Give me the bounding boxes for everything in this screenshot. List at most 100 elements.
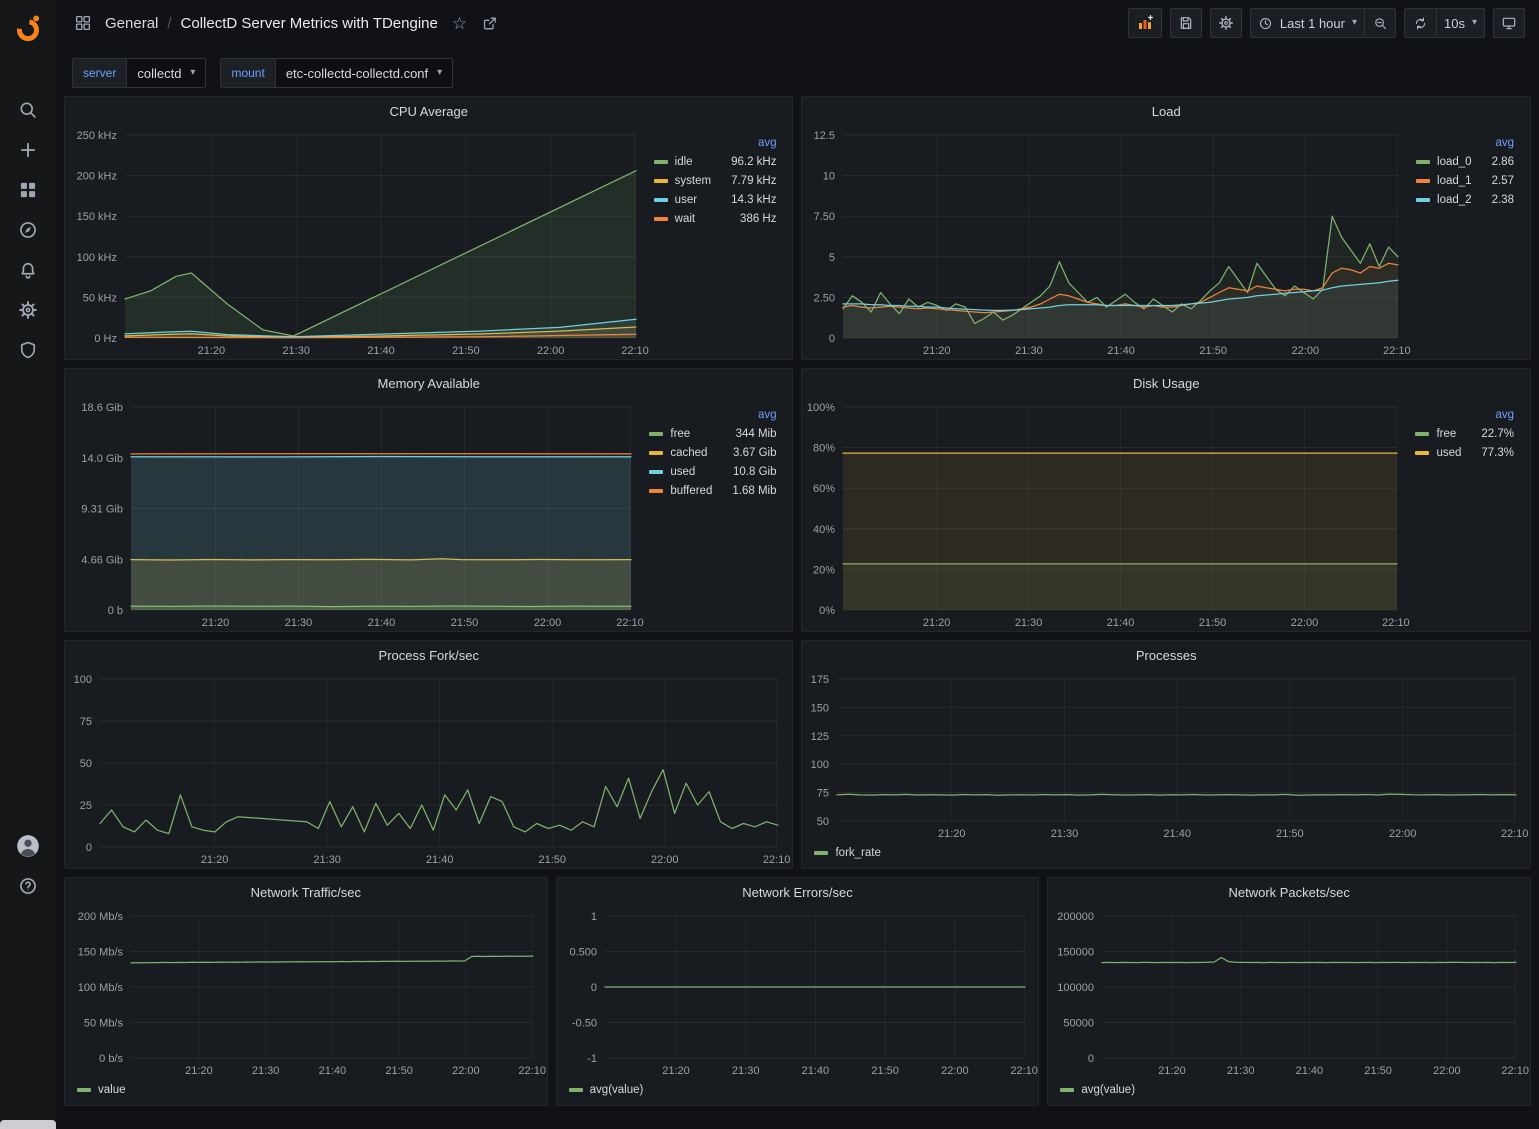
explore-compass-icon[interactable] [8, 210, 48, 250]
svg-text:200 kHz: 200 kHz [77, 171, 117, 183]
legend-item-user[interactable]: user [654, 194, 711, 206]
svg-text:125: 125 [811, 731, 829, 743]
svg-text:22:00: 22:00 [452, 1065, 480, 1077]
svg-text:200 Mb/s: 200 Mb/s [78, 911, 124, 923]
legend-item-load_0[interactable]: load_0 [1416, 156, 1472, 168]
panel-title[interactable]: Network Traffic/sec [65, 878, 547, 906]
create-plus-icon[interactable] [8, 130, 48, 170]
svg-text:80%: 80% [813, 443, 835, 455]
alerting-bell-icon[interactable] [8, 250, 48, 290]
grafana-logo[interactable] [8, 8, 48, 48]
refresh-interval-picker[interactable]: 10s ▾ [1436, 8, 1485, 38]
server-admin-shield-icon[interactable] [8, 330, 48, 370]
legend-value: 2.38 [1492, 194, 1514, 206]
load-chart[interactable]: 02.5057.501012.521:2021:3021:4021:5022:0… [802, 125, 1412, 359]
legend-item-wait[interactable]: wait [654, 213, 711, 225]
add-panel-button[interactable] [1128, 8, 1162, 38]
legend-item-fork_rate[interactable]: fork_rate [814, 847, 880, 859]
legend-swatch [1415, 451, 1429, 455]
legend-item-used[interactable]: used [1415, 447, 1461, 459]
chart-legend: avg(value) [1048, 1079, 1530, 1105]
panel-title[interactable]: Disk Usage [802, 369, 1530, 397]
dashboards-icon[interactable] [8, 170, 48, 210]
help-icon[interactable] [8, 866, 48, 906]
star-icon[interactable]: ☆ [452, 15, 467, 32]
time-range-picker[interactable]: Last 1 hour ▾ [1250, 8, 1364, 38]
legend-item-avg(value)[interactable]: avg(value) [1060, 1084, 1135, 1096]
svg-text:22:00: 22:00 [1291, 617, 1319, 629]
legend-item-system[interactable]: system [654, 175, 711, 187]
svg-text:150 kHz: 150 kHz [77, 211, 117, 223]
panel-title[interactable]: Memory Available [65, 369, 792, 397]
top-navbar: General / CollectD Server Metrics with T… [56, 0, 1539, 46]
disk-usage-chart[interactable]: 0%20%40%60%80%100%21:2021:3021:4021:5022… [802, 397, 1411, 631]
legend-item-used[interactable]: used [649, 466, 712, 478]
legend-swatch [654, 160, 668, 164]
panel-network-traffic: Network Traffic/sec 0 b/s50 Mb/s100 Mb/s… [64, 877, 548, 1106]
panel-title[interactable]: CPU Average [65, 97, 792, 125]
svg-text:60%: 60% [813, 483, 835, 495]
legend-avg-header: avg [1495, 409, 1514, 421]
chart-canvas: 507510012515017521:2021:3021:4021:5022:0… [802, 669, 1530, 842]
svg-text:22:10: 22:10 [616, 617, 644, 629]
sidebar [0, 0, 56, 1129]
panel-title[interactable]: Network Packets/sec [1048, 878, 1530, 906]
legend-item-value[interactable]: value [77, 1084, 126, 1096]
chart-legend: avg(value) [557, 1079, 1039, 1105]
svg-text:21:20: 21:20 [1159, 1065, 1187, 1077]
network-traffic-chart[interactable]: 0 b/s50 Mb/s100 Mb/s150 Mb/s200 Mb/s21:2… [65, 906, 547, 1079]
dashboard-settings-button[interactable] [1210, 8, 1242, 38]
memory-available-chart[interactable]: 0 b4.66 Gib9.31 Gib14.0 Gib18.6 Gib21:20… [65, 397, 645, 631]
share-icon[interactable] [481, 15, 498, 32]
svg-text:0: 0 [86, 842, 92, 854]
chart-canvas: -1-0.5000.500121:2021:3021:4021:5022:002… [557, 906, 1039, 1079]
legend-item-cached[interactable]: cached [649, 447, 712, 459]
tv-mode-button[interactable] [1493, 8, 1525, 38]
legend-item-free[interactable]: free [649, 428, 712, 440]
panel-title[interactable]: Network Errors/sec [557, 878, 1039, 906]
svg-text:21:30: 21:30 [282, 345, 310, 357]
svg-text:21:50: 21:50 [1200, 345, 1228, 357]
variable-picker-mount[interactable]: etc-collectd-collectd.conf ▾ [275, 58, 453, 88]
navbar-actions: Last 1 hour ▾ 10s ▾ [1128, 8, 1525, 38]
configuration-gear-icon[interactable] [8, 290, 48, 330]
legend-value: 14.3 kHz [731, 194, 776, 206]
variable-picker-server[interactable]: collectd ▾ [126, 58, 206, 88]
chart-canvas: 0%20%40%60%80%100%21:2021:3021:4021:5022… [802, 397, 1411, 631]
panel-processes: Processes 507510012515017521:2021:3021:4… [801, 640, 1531, 869]
apps-grid-icon[interactable] [74, 14, 92, 32]
refresh-button[interactable] [1404, 8, 1436, 38]
chart-legend: fork_rate [802, 842, 1530, 868]
legend-item-buffered[interactable]: buffered [649, 485, 712, 497]
zoom-out-button[interactable] [1364, 8, 1396, 38]
cpu-average-chart[interactable]: 0 Hz50 kHz100 kHz150 kHz200 kHz250 kHz21… [65, 125, 650, 359]
svg-text:21:40: 21:40 [1296, 1065, 1324, 1077]
svg-text:21:50: 21:50 [1277, 828, 1305, 840]
svg-text:0 b/s: 0 b/s [99, 1053, 123, 1065]
save-dashboard-button[interactable] [1170, 8, 1202, 38]
network-errors-chart[interactable]: -1-0.5000.500121:2021:3021:4021:5022:002… [557, 906, 1039, 1079]
user-avatar[interactable] [8, 826, 48, 866]
legend-item-idle[interactable]: idle [654, 156, 711, 168]
search-icon[interactable] [8, 90, 48, 130]
legend-spacer [1416, 137, 1472, 149]
legend-item-load_2[interactable]: load_2 [1416, 194, 1472, 206]
chart-canvas: 0 b4.66 Gib9.31 Gib14.0 Gib18.6 Gib21:20… [65, 397, 645, 631]
process-fork-chart[interactable]: 025507510021:2021:3021:4021:5022:0022:10 [65, 669, 792, 868]
breadcrumb-folder[interactable]: General [105, 15, 158, 32]
legend-item-avg(value)[interactable]: avg(value) [569, 1084, 644, 1096]
legend-swatch [77, 1088, 91, 1092]
legend-item-load_1[interactable]: load_1 [1416, 175, 1472, 187]
variable-value-server: collectd [137, 66, 181, 81]
svg-text:50: 50 [817, 816, 829, 828]
refresh-group: 10s ▾ [1404, 8, 1485, 38]
panel-title[interactable]: Load [802, 97, 1530, 125]
network-packets-chart[interactable]: 05000010000015000020000021:2021:3021:402… [1048, 906, 1530, 1079]
panel-title[interactable]: Processes [802, 641, 1530, 669]
panel-title[interactable]: Process Fork/sec [65, 641, 792, 669]
horizontal-scrollbar-thumb[interactable] [0, 1120, 56, 1129]
svg-text:150 Mb/s: 150 Mb/s [78, 947, 124, 959]
processes-chart[interactable]: 507510012515017521:2021:3021:4021:5022:0… [802, 669, 1530, 842]
legend-swatch [814, 851, 828, 855]
legend-item-free[interactable]: free [1415, 428, 1461, 440]
